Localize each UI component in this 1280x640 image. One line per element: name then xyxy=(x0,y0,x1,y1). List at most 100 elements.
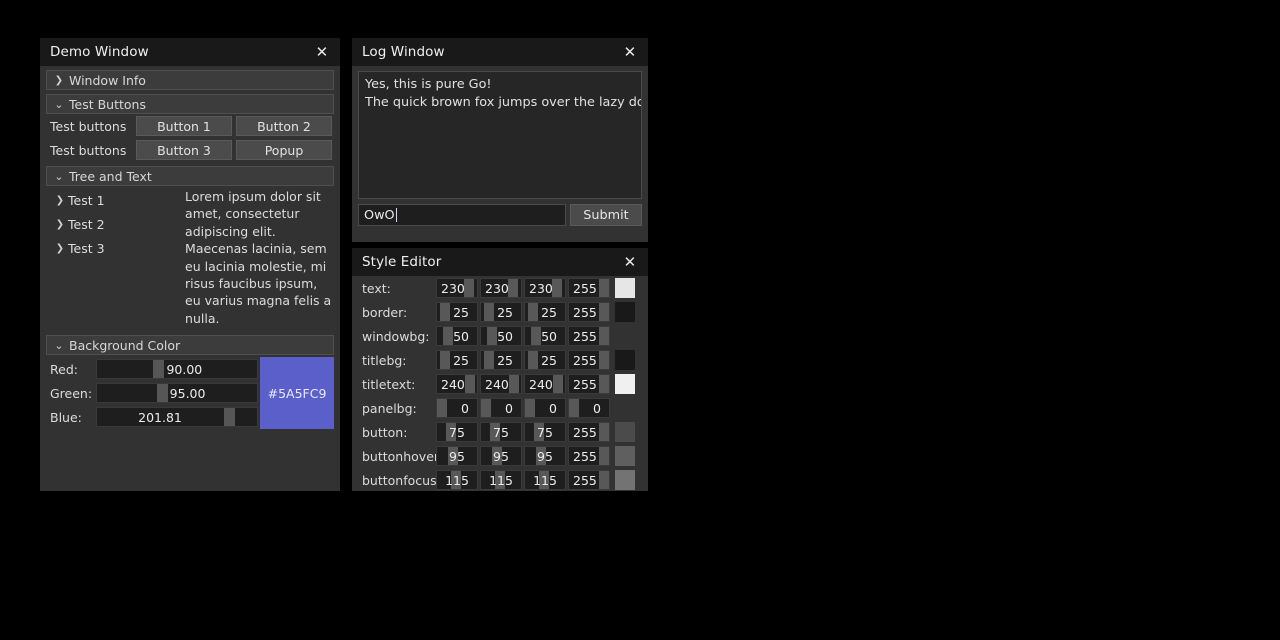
submit-button[interactable]: Submit xyxy=(570,204,642,226)
style-channel-input[interactable]: 50 xyxy=(480,326,522,346)
row-label: Test buttons xyxy=(50,142,127,158)
log-window-titlebar[interactable]: Log Window ✕ xyxy=(352,38,648,66)
style-channel-input[interactable]: 240 xyxy=(436,374,478,394)
button-3[interactable]: Button 3 xyxy=(136,140,232,160)
style-channel-input[interactable]: 25 xyxy=(436,350,478,370)
style-channel-input[interactable]: 115 xyxy=(480,470,522,490)
style-channel-input[interactable]: 75 xyxy=(524,422,566,442)
style-color-swatch[interactable] xyxy=(615,422,635,442)
style-editor-body[interactable]: text: 230 230 230 255 border: 25 25 25 255 windowb… xyxy=(352,276,648,491)
style-channel-value: 50 xyxy=(541,328,557,344)
style-channel-input[interactable]: 25 xyxy=(524,302,566,322)
red-value: 90.00 xyxy=(166,361,203,377)
style-channel-input[interactable]: 0 xyxy=(568,398,610,418)
channel-label: Green: xyxy=(50,385,93,401)
style-channel-value: 255 xyxy=(573,280,597,296)
style-channel-value: 95 xyxy=(493,448,509,464)
tree-node-test-1[interactable]: ❯ Test 1 xyxy=(46,188,185,212)
style-property-row: panelbg: 0 0 0 0 xyxy=(354,396,646,420)
style-channel-input[interactable]: 95 xyxy=(480,446,522,466)
style-channel-input[interactable]: 25 xyxy=(436,302,478,322)
style-color-swatch[interactable] xyxy=(615,470,635,490)
style-channel-input[interactable]: 240 xyxy=(524,374,566,394)
color-preview-swatch[interactable]: #5A5FC9 xyxy=(260,357,334,430)
style-color-swatch[interactable] xyxy=(615,446,635,466)
group-header-tree-and-text[interactable]: ⌄ Tree and Text xyxy=(46,166,334,186)
log-output-area[interactable]: Yes, this is pure Go! The quick brown fo… xyxy=(358,71,642,199)
style-channel-input[interactable]: 50 xyxy=(436,326,478,346)
style-channel-input[interactable]: 115 xyxy=(524,470,566,490)
style-channel-input[interactable]: 255 xyxy=(568,422,610,442)
chevron-down-icon: ⌄ xyxy=(54,97,64,111)
style-channel-value: 95 xyxy=(449,448,465,464)
style-color-swatch[interactable] xyxy=(615,278,635,298)
button-2[interactable]: Button 2 xyxy=(236,116,332,136)
button-1[interactable]: Button 1 xyxy=(136,116,232,136)
style-color-swatch[interactable] xyxy=(615,374,635,394)
style-color-swatch[interactable] xyxy=(615,302,635,322)
red-property-input[interactable]: 90.00 xyxy=(96,359,258,380)
demo-window-titlebar[interactable]: Demo Window ✕ xyxy=(40,38,340,66)
style-channel-input[interactable]: 255 xyxy=(568,278,610,298)
close-icon[interactable]: ✕ xyxy=(620,42,640,62)
button-cell: Button 2 xyxy=(234,116,334,136)
style-property-label: border: xyxy=(362,304,408,320)
style-channel-input[interactable]: 230 xyxy=(436,278,478,298)
style-channel-input[interactable]: 75 xyxy=(480,422,522,442)
style-channel-input[interactable]: 50 xyxy=(524,326,566,346)
tree-node-label: Test 2 xyxy=(68,216,105,232)
log-window[interactable]: Log Window ✕ Yes, this is pure Go! The q… xyxy=(352,38,648,242)
style-editor-window[interactable]: Style Editor ✕ text: 230 230 230 255 border: 2… xyxy=(352,248,648,491)
style-color-swatch[interactable] xyxy=(615,350,635,370)
style-channel-value: 255 xyxy=(573,352,597,368)
blue-property-input[interactable]: 201.81 xyxy=(96,407,258,428)
style-channel-input[interactable]: 255 xyxy=(568,446,610,466)
channel-label: Red: xyxy=(50,361,78,377)
style-editor-titlebar[interactable]: Style Editor ✕ xyxy=(352,248,648,276)
style-channel-input[interactable]: 75 xyxy=(436,422,478,442)
style-channel-input[interactable]: 230 xyxy=(480,278,522,298)
style-channel-input[interactable]: 230 xyxy=(524,278,566,298)
tree-node-test-3[interactable]: ❯ Test 3 xyxy=(46,236,185,260)
style-channel-input[interactable]: 95 xyxy=(436,446,478,466)
style-channel-value: 25 xyxy=(541,304,557,320)
log-line: Yes, this is pure Go! xyxy=(365,77,492,92)
style-channel-value: 255 xyxy=(573,472,597,488)
group-header-background-color[interactable]: ⌄ Background Color xyxy=(46,335,334,356)
popup-button[interactable]: Popup xyxy=(236,140,332,160)
style-channel-input[interactable]: 0 xyxy=(480,398,522,418)
log-text-input[interactable]: OwO xyxy=(358,204,566,226)
style-channel-input[interactable]: 255 xyxy=(568,326,610,346)
style-channel-input[interactable]: 0 xyxy=(524,398,566,418)
log-input-row: OwO Submit xyxy=(358,204,642,226)
style-channel-input[interactable]: 115 xyxy=(436,470,478,490)
demo-window[interactable]: Demo Window ✕ ❯ Window Info ⌄ Test Butto… xyxy=(40,38,340,491)
close-icon[interactable]: ✕ xyxy=(312,42,332,62)
close-icon[interactable]: ✕ xyxy=(620,252,640,272)
tree-node-label: Test 1 xyxy=(68,192,105,208)
demo-window-title: Demo Window xyxy=(50,44,149,60)
style-channel-input[interactable]: 25 xyxy=(480,302,522,322)
group-header-test-buttons[interactable]: ⌄ Test Buttons xyxy=(46,94,334,114)
style-channel-input[interactable]: 255 xyxy=(568,302,610,322)
green-property-input[interactable]: 95.00 xyxy=(96,383,258,404)
style-channel-input[interactable]: 255 xyxy=(568,350,610,370)
style-channel-input[interactable]: 25 xyxy=(524,350,566,370)
style-property-label: titlebg: xyxy=(362,352,407,368)
style-channel-input[interactable]: 255 xyxy=(568,374,610,394)
style-property-label: titletext: xyxy=(362,376,416,392)
style-color-swatch[interactable] xyxy=(615,326,635,346)
group-header-window-info[interactable]: ❯ Window Info xyxy=(46,70,334,90)
tree-and-text-area: ❯ Test 1 ❯ Test 2 ❯ Test 3 Lorem ipsum d… xyxy=(46,186,334,327)
style-channel-input[interactable]: 240 xyxy=(480,374,522,394)
style-channel-input[interactable]: 95 xyxy=(524,446,566,466)
tree-node-test-2[interactable]: ❯ Test 2 xyxy=(46,212,185,236)
style-color-swatch[interactable] xyxy=(615,398,635,418)
style-channel-input[interactable]: 0 xyxy=(436,398,478,418)
color-channel-red: Red: 90.00 xyxy=(46,357,258,381)
desktop: Demo Window ✕ ❯ Window Info ⌄ Test Butto… xyxy=(0,0,1280,640)
style-property-row: buttonfocus: 115 115 115 255 xyxy=(354,468,646,491)
style-channel-input[interactable]: 25 xyxy=(480,350,522,370)
tree: ❯ Test 1 ❯ Test 2 ❯ Test 3 xyxy=(46,186,185,327)
style-channel-input[interactable]: 255 xyxy=(568,470,610,490)
